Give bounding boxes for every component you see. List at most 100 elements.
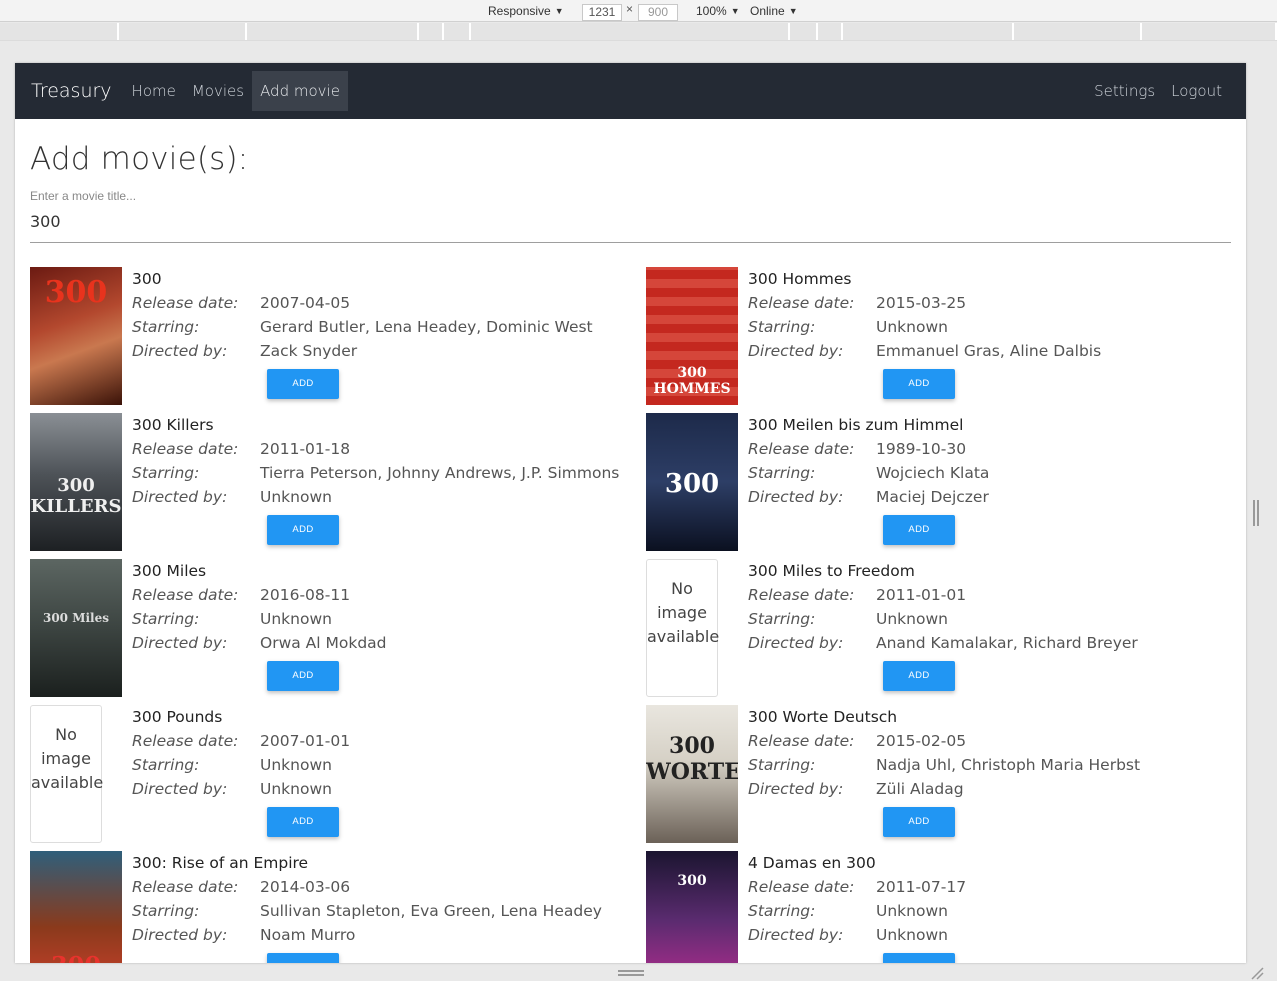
poster-caption: 300 HOMMES bbox=[653, 365, 731, 397]
zoom-label: 100% bbox=[696, 4, 727, 18]
nav-home[interactable]: Home bbox=[124, 71, 184, 111]
directed-by-row: Directed by: Orwa Al Mokdad bbox=[132, 631, 387, 655]
directed-by-row: Directed by: Emmanuel Gras, Aline Dalbis bbox=[748, 339, 1101, 363]
directed-by-label: Directed by: bbox=[748, 342, 844, 360]
release-date-label: Release date: bbox=[748, 732, 855, 750]
starring-value: Unknown bbox=[876, 318, 948, 336]
add-movie-button[interactable]: ADD bbox=[267, 661, 339, 691]
add-movie-button[interactable]: ADD bbox=[267, 953, 339, 963]
release-date-value: 2011-01-18 bbox=[260, 440, 351, 458]
chevron-down-icon: ▼ bbox=[554, 6, 564, 16]
movie-card: No image available 300 Pounds Release date: 2… bbox=[30, 705, 630, 845]
movie-poster: 300 KILLERS bbox=[30, 413, 122, 551]
movie-poster: 300 bbox=[646, 851, 738, 963]
resize-handle-right[interactable] bbox=[1253, 500, 1259, 526]
movie-title: 300 Miles bbox=[132, 562, 207, 580]
directed-by-row: Directed by: Anand Kamalakar, Richard Bre… bbox=[748, 631, 1138, 655]
network-selector[interactable]: Online ▼ bbox=[750, 0, 798, 22]
network-label: Online bbox=[750, 4, 785, 18]
device-selector[interactable]: Responsive ▼ bbox=[488, 0, 564, 22]
movie-card: 300 300 Release date: 2007-04-05 Starring: Ge… bbox=[30, 267, 630, 407]
add-movie-button[interactable]: ADD bbox=[267, 515, 339, 545]
add-movie-button[interactable]: ADD bbox=[883, 369, 955, 399]
movie-card: 300 KILLERS 300 Killers Release date: 2011-… bbox=[30, 413, 630, 553]
release-date-label: Release date: bbox=[132, 294, 239, 312]
release-date-label: Release date: bbox=[132, 732, 239, 750]
directed-by-value: Noam Murro bbox=[260, 926, 356, 944]
release-date-value: 2015-03-25 bbox=[876, 294, 967, 312]
resize-handle-bottom[interactable] bbox=[618, 970, 644, 976]
release-date-value: 1989-10-30 bbox=[876, 440, 967, 458]
movie-poster: 300 HOMMES bbox=[646, 267, 738, 405]
resize-corner-icon[interactable] bbox=[1250, 966, 1264, 980]
add-movie-button[interactable]: ADD bbox=[883, 953, 955, 963]
release-date-label: Release date: bbox=[132, 440, 239, 458]
movie-title: 4 Damas en 300 bbox=[748, 854, 876, 872]
release-date-row: Release date: 2011-07-17 bbox=[748, 875, 966, 899]
nav-settings[interactable]: Settings bbox=[1086, 71, 1163, 111]
release-date-label: Release date: bbox=[748, 586, 855, 604]
add-movie-button[interactable]: ADD bbox=[883, 661, 955, 691]
release-date-value: 2011-07-17 bbox=[876, 878, 967, 896]
nav-movies[interactable]: Movies bbox=[184, 71, 252, 111]
media-query-bar[interactable] bbox=[0, 23, 1277, 41]
release-date-label: Release date: bbox=[748, 294, 855, 312]
movie-info: 300 Killers Release date: 2011-01-18 Starri… bbox=[132, 413, 619, 509]
starring-label: Starring: bbox=[748, 902, 816, 920]
page-title: Add movie(s): bbox=[30, 141, 249, 177]
directed-by-row: Directed by: Noam Murro bbox=[132, 923, 602, 947]
starring-label: Starring: bbox=[132, 756, 200, 774]
release-date-value: 2007-01-01 bbox=[260, 732, 351, 750]
directed-by-value: Unknown bbox=[260, 780, 332, 798]
brand-logo[interactable]: Treasury bbox=[31, 80, 112, 102]
poster-caption: 300 WORTE bbox=[646, 733, 738, 785]
directed-by-label: Directed by: bbox=[748, 634, 844, 652]
add-movie-button[interactable]: ADD bbox=[883, 515, 955, 545]
times-icon: × bbox=[626, 2, 634, 16]
starring-value: Unknown bbox=[876, 902, 948, 920]
starring-value: Wojciech Klata bbox=[876, 464, 990, 482]
starring-row: Starring: Unknown bbox=[132, 607, 387, 631]
movie-info: 300 Pounds Release date: 2007-01-01 Starrin… bbox=[132, 705, 350, 801]
add-movie-button[interactable]: ADD bbox=[267, 369, 339, 399]
add-movie-button[interactable]: ADD bbox=[267, 807, 339, 837]
movie-card: 300 HOMMES 300 Hommes Release date: 2015-03… bbox=[646, 267, 1246, 407]
movie-info: 300: Rise of an Empire Release date: 2014-… bbox=[132, 851, 602, 947]
movie-title: 300: Rise of an Empire bbox=[132, 854, 309, 872]
directed-by-label: Directed by: bbox=[132, 926, 228, 944]
starring-label: Starring: bbox=[132, 318, 200, 336]
nav-add-movie[interactable]: Add movie bbox=[252, 71, 348, 111]
starring-label: Starring: bbox=[132, 902, 200, 920]
movie-info: 300 Miles Release date: 2016-08-11 Starring… bbox=[132, 559, 387, 655]
directed-by-row: Directed by: Unknown bbox=[748, 923, 966, 947]
directed-by-value: Emmanuel Gras, Aline Dalbis bbox=[876, 342, 1102, 360]
movie-title: 300 bbox=[132, 270, 162, 288]
movie-search-input[interactable] bbox=[30, 209, 1231, 243]
movie-title: 300 Killers bbox=[132, 416, 214, 434]
starring-label: Starring: bbox=[748, 464, 816, 482]
movie-info: 300 Worte Deutsch Release date: 2015-02-05… bbox=[748, 705, 1140, 801]
width-input[interactable]: 1231 bbox=[582, 3, 622, 21]
starring-label: Starring: bbox=[748, 318, 816, 336]
height-input[interactable]: 900 bbox=[638, 3, 678, 21]
add-movie-button[interactable]: ADD bbox=[883, 807, 955, 837]
starring-value: Sullivan Stapleton, Eva Green, Lena Head… bbox=[260, 902, 602, 920]
poster-caption: 300 Miles bbox=[42, 611, 110, 625]
poster-caption: 300 bbox=[44, 275, 108, 310]
directed-by-value: Zack Snyder bbox=[260, 342, 358, 360]
poster-caption: 300 bbox=[677, 873, 707, 889]
nav-logout[interactable]: Logout bbox=[1163, 71, 1230, 111]
directed-by-value: Orwa Al Mokdad bbox=[260, 634, 387, 652]
directed-by-value: Unknown bbox=[876, 926, 948, 944]
movie-card: 300 300 Meilen bis zum Himmel Release date… bbox=[646, 413, 1246, 553]
directed-by-row: Directed by: Unknown bbox=[132, 485, 619, 509]
starring-label: Starring: bbox=[132, 464, 200, 482]
starring-row: Starring: Nadja Uhl, Christoph Maria Herb… bbox=[748, 753, 1140, 777]
movie-info: 4 Damas en 300 Release date: 2011-07-17 Sta… bbox=[748, 851, 966, 947]
release-date-row: Release date: 2016-08-11 bbox=[132, 583, 387, 607]
zoom-selector[interactable]: 100% ▼ bbox=[696, 0, 740, 22]
starring-value: Unknown bbox=[876, 610, 948, 628]
release-date-label: Release date: bbox=[748, 878, 855, 896]
movie-poster: 300 bbox=[646, 413, 738, 551]
release-date-row: Release date: 2011-01-01 bbox=[748, 583, 1138, 607]
